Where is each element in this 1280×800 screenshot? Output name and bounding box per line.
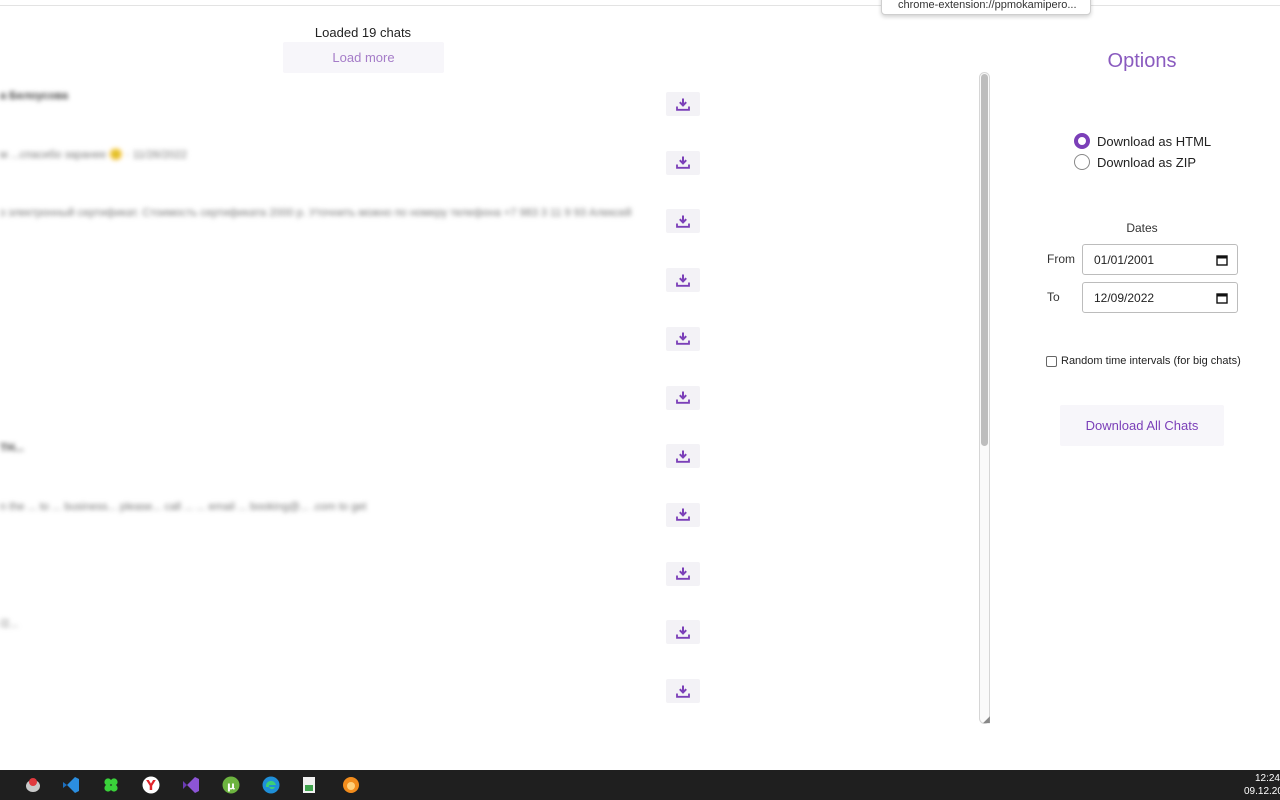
download-icon [676, 215, 690, 228]
url-tooltip: chrome-extension://ppmokamipero... [881, 0, 1091, 15]
download-icon [676, 332, 690, 345]
options-title: Options [1107, 50, 1177, 72]
taskbar-clock[interactable]: 12:24 09.12.2022 [1244, 772, 1280, 798]
download-chat-button[interactable] [666, 385, 700, 410]
loaded-chats-label: Loaded 19 chats [314, 25, 412, 40]
chat-preview-text: /2... [0, 618, 19, 631]
random-intervals-label: Random time intervals (for big chats) [1061, 355, 1241, 367]
download-chat-button[interactable] [666, 620, 700, 645]
format-zip-label: Download as ZIP [1097, 154, 1196, 170]
yandex-browser-icon[interactable]: Y [140, 774, 162, 796]
radio-html[interactable] [1074, 133, 1090, 149]
calendar-icon[interactable] [1207, 283, 1237, 312]
calendar-icon[interactable] [1207, 245, 1237, 274]
chat-preview-text: м ...спасибо заранее 🙂 · 11/26/2022 [0, 148, 187, 161]
download-chat-button[interactable] [666, 679, 700, 703]
chat-list: a Белоусова м ...спасибо заранее 🙂 · 11/2… [0, 80, 720, 730]
download-chat-button[interactable] [666, 92, 700, 116]
taskbar: 12:24 09.12.2022 Yµ [0, 770, 1280, 800]
format-html-label: Download as HTML [1097, 133, 1212, 149]
download-chat-button[interactable] [666, 150, 700, 175]
download-icon [676, 567, 690, 580]
download-icon [676, 156, 690, 169]
random-intervals-checkbox[interactable] [1046, 355, 1057, 367]
from-date-input[interactable]: 01/01/2001 [1082, 244, 1238, 275]
tooltip-text: chrome-extension://ppmokamipero... [898, 0, 1077, 11]
download-icon [676, 450, 690, 463]
download-chat-button[interactable] [666, 561, 700, 586]
download-chat-button[interactable] [666, 209, 700, 234]
chat-row [0, 550, 720, 609]
scrollbar-thumb[interactable] [981, 74, 988, 446]
file-icon[interactable] [298, 774, 320, 796]
bug-icon[interactable] [22, 774, 44, 796]
download-all-chats-button[interactable]: Download All Chats [1060, 405, 1224, 446]
chat-row: TH... [0, 432, 720, 491]
to-label: To [1047, 290, 1060, 304]
chat-preview-text: a Белоусова [0, 90, 69, 102]
clover-icon[interactable] [100, 774, 122, 796]
download-icon [676, 626, 690, 639]
format-zip-option[interactable]: Download as ZIP [1074, 154, 1196, 170]
chat-row [0, 667, 720, 726]
download-chat-button[interactable] [666, 502, 700, 527]
load-more-button[interactable]: Load more [283, 42, 444, 73]
dates-label: Dates [1126, 221, 1158, 235]
download-chat-button[interactable] [666, 326, 700, 351]
lion-icon[interactable] [340, 774, 362, 796]
download-chat-button[interactable] [666, 268, 700, 293]
clock-time: 12:24 [1254, 773, 1280, 784]
radio-zip[interactable] [1074, 154, 1090, 170]
from-date-value: 01/01/2001 [1094, 252, 1155, 267]
chat-preview-text: TH... [0, 442, 24, 455]
format-html-option[interactable]: Download as HTML [1074, 133, 1211, 149]
chat-preview-text: з электронный сертификат. Стоимость серт… [0, 207, 632, 220]
svg-text:Y: Y [145, 779, 156, 794]
to-date-value: 12/09/2022 [1094, 290, 1155, 305]
chat-row [0, 315, 720, 374]
chat-row: з электронный сертификат. Стоимость серт… [0, 197, 720, 256]
download-chat-button[interactable] [666, 444, 700, 469]
resize-grip-icon[interactable]: ◢ [983, 714, 990, 725]
chat-row: a Белоусова [0, 80, 720, 139]
chat-row: м ...спасибо заранее 🙂 · 11/26/2022 [0, 139, 720, 198]
chat-list-scrollbar[interactable] [979, 72, 990, 724]
download-icon [676, 685, 690, 698]
utorrent-icon[interactable]: µ [220, 774, 242, 796]
edge-icon[interactable] [260, 774, 282, 796]
chat-row [0, 374, 720, 433]
clock-date: 09.12.2022 [1244, 786, 1280, 797]
svg-text:µ: µ [227, 780, 235, 793]
chat-preview-text: n the ... to ... business... please... c… [0, 500, 367, 513]
to-date-input[interactable]: 12/09/2022 [1082, 282, 1238, 313]
chat-row: n the ... to ... business... please... c… [0, 491, 720, 550]
random-intervals-option[interactable]: Random time intervals (for big chats) [1046, 355, 1241, 367]
download-icon [676, 274, 690, 287]
download-icon [676, 508, 690, 522]
chat-row: /2... [0, 608, 720, 667]
download-icon [676, 391, 690, 404]
chat-row [0, 256, 720, 315]
download-icon [676, 98, 690, 111]
from-label: From [1047, 252, 1075, 266]
visual-studio-icon[interactable] [180, 774, 202, 796]
vscode-icon[interactable] [60, 774, 82, 796]
